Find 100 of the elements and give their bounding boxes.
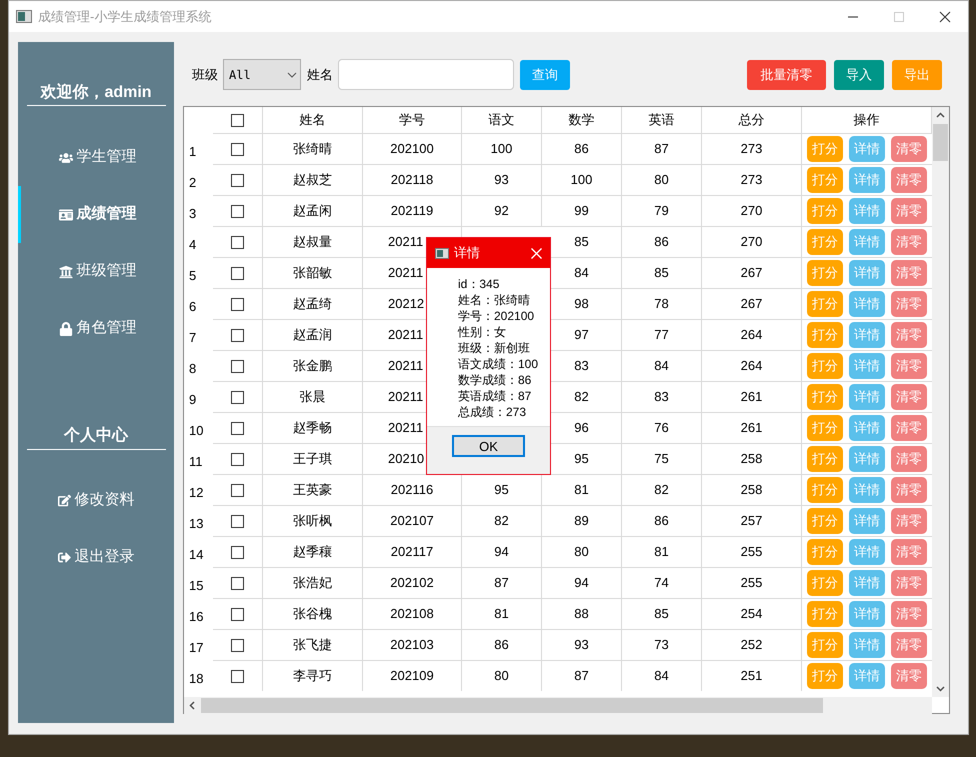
- close-icon[interactable]: [531, 248, 542, 258]
- row-number: 4: [188, 236, 198, 254]
- row-number: 14: [188, 546, 204, 564]
- checkbox[interactable]: [231, 608, 244, 620]
- row-action-button[interactable]: 打分: [807, 353, 843, 379]
- vertical-scrollbar[interactable]: [932, 107, 949, 697]
- row-action-button[interactable]: 详情: [849, 601, 885, 627]
- sidebar-item[interactable]: 成绩管理: [18, 186, 174, 243]
- toolbar-button[interactable]: 批量清零: [747, 60, 826, 90]
- checkbox[interactable]: [231, 638, 244, 652]
- row-action-button[interactable]: 详情: [849, 570, 885, 596]
- row-action-button[interactable]: 打分: [807, 570, 843, 596]
- row-action-button[interactable]: 打分: [807, 291, 843, 317]
- sidebar-item[interactable]: 学生管理: [18, 129, 174, 186]
- checkbox[interactable]: [231, 546, 244, 558]
- row-action-button[interactable]: 清零: [891, 229, 927, 255]
- sidebar-item[interactable]: 修改资料: [18, 472, 174, 529]
- row-action-button[interactable]: 打分: [807, 415, 843, 441]
- row-action-button[interactable]: 清零: [891, 322, 927, 348]
- app-icon: [16, 10, 32, 23]
- row-action-button[interactable]: 清零: [891, 167, 927, 193]
- checkbox[interactable]: [231, 236, 244, 248]
- row-action-button[interactable]: 打分: [807, 539, 843, 565]
- row-action-button[interactable]: 详情: [849, 539, 885, 565]
- table-cell: 264: [702, 319, 802, 350]
- row-action-button[interactable]: 打分: [807, 322, 843, 348]
- sidebar-item[interactable]: 角色管理: [18, 300, 174, 357]
- query-button[interactable]: 查询: [520, 60, 570, 90]
- row-action-button[interactable]: 打分: [807, 167, 843, 193]
- row-action-button[interactable]: 详情: [849, 136, 885, 162]
- row-action-button[interactable]: 清零: [891, 446, 927, 472]
- checkbox[interactable]: [231, 422, 244, 434]
- row-action-button[interactable]: 打分: [807, 384, 843, 410]
- row-action-button[interactable]: 详情: [849, 446, 885, 472]
- row-action-button[interactable]: 打分: [807, 601, 843, 627]
- row-action-button[interactable]: 清零: [891, 663, 927, 689]
- checkbox[interactable]: [231, 142, 244, 156]
- checkbox[interactable]: [231, 390, 244, 404]
- table-cell: 80: [622, 164, 702, 195]
- checkbox[interactable]: [231, 114, 244, 126]
- row-action-button[interactable]: 详情: [849, 167, 885, 193]
- row-action-button[interactable]: 详情: [849, 353, 885, 379]
- table-cell: 85: [622, 257, 702, 288]
- checkbox[interactable]: [231, 328, 244, 342]
- toolbar-button[interactable]: 导入: [834, 60, 884, 90]
- checkbox[interactable]: [231, 484, 244, 496]
- row-number: 13: [188, 514, 204, 533]
- row-action-button[interactable]: 打分: [807, 477, 843, 503]
- row-action-button[interactable]: 清零: [891, 570, 927, 596]
- row-action-button[interactable]: 详情: [849, 477, 885, 503]
- checkbox[interactable]: [231, 452, 244, 466]
- horizontal-scrollbar[interactable]: [184, 697, 932, 714]
- row-action-button[interactable]: 清零: [891, 632, 927, 658]
- row-action-button[interactable]: 清零: [891, 136, 927, 162]
- checkbox[interactable]: [231, 360, 244, 372]
- checkbox[interactable]: [231, 204, 244, 218]
- row-action-button[interactable]: 详情: [849, 229, 885, 255]
- row-action-button[interactable]: 打分: [807, 508, 843, 534]
- checkbox[interactable]: [231, 298, 244, 310]
- row-action-button[interactable]: 详情: [849, 260, 885, 286]
- row-action-button[interactable]: 打分: [807, 632, 843, 658]
- scroll-thumb[interactable]: [933, 124, 948, 161]
- row-action-button[interactable]: 打分: [807, 229, 843, 255]
- sidebar-item[interactable]: 班级管理: [18, 243, 174, 300]
- row-action-button[interactable]: 详情: [849, 198, 885, 224]
- row-action-button[interactable]: 详情: [849, 663, 885, 689]
- sidebar-item[interactable]: 退出登录: [18, 529, 174, 586]
- row-action-button[interactable]: 详情: [849, 632, 885, 658]
- row-action-button[interactable]: 清零: [891, 415, 927, 441]
- row-action-button[interactable]: 清零: [891, 291, 927, 317]
- row-action-button[interactable]: 清零: [891, 601, 927, 627]
- checkbox[interactable]: [231, 514, 244, 528]
- row-action-button[interactable]: 详情: [849, 415, 885, 441]
- row-number: 11: [188, 452, 204, 471]
- row-action-button[interactable]: 清零: [891, 260, 927, 286]
- ok-button[interactable]: OK: [452, 435, 525, 457]
- checkbox[interactable]: [231, 576, 244, 590]
- name-field[interactable]: [338, 59, 514, 90]
- row-action-button[interactable]: 打分: [807, 260, 843, 286]
- row-action-button[interactable]: 清零: [891, 353, 927, 379]
- table-cell: 267: [702, 257, 802, 288]
- row-action-button[interactable]: 打分: [807, 136, 843, 162]
- row-action-button[interactable]: 清零: [891, 384, 927, 410]
- checkbox[interactable]: [231, 174, 244, 186]
- row-action-button[interactable]: 打分: [807, 446, 843, 472]
- row-action-button[interactable]: 打分: [807, 663, 843, 689]
- checkbox[interactable]: [231, 670, 244, 682]
- row-action-button[interactable]: 清零: [891, 477, 927, 503]
- class-select[interactable]: All: [223, 59, 301, 90]
- row-action-button[interactable]: 打分: [807, 198, 843, 224]
- row-action-button[interactable]: 详情: [849, 291, 885, 317]
- row-action-button[interactable]: 详情: [849, 322, 885, 348]
- scroll-thumb[interactable]: [201, 698, 823, 713]
- row-action-button[interactable]: 清零: [891, 539, 927, 565]
- toolbar-button[interactable]: 导出: [892, 60, 942, 90]
- checkbox[interactable]: [231, 266, 244, 280]
- row-action-button[interactable]: 详情: [849, 384, 885, 410]
- row-action-button[interactable]: 详情: [849, 508, 885, 534]
- row-action-button[interactable]: 清零: [891, 198, 927, 224]
- row-action-button[interactable]: 清零: [891, 508, 927, 534]
